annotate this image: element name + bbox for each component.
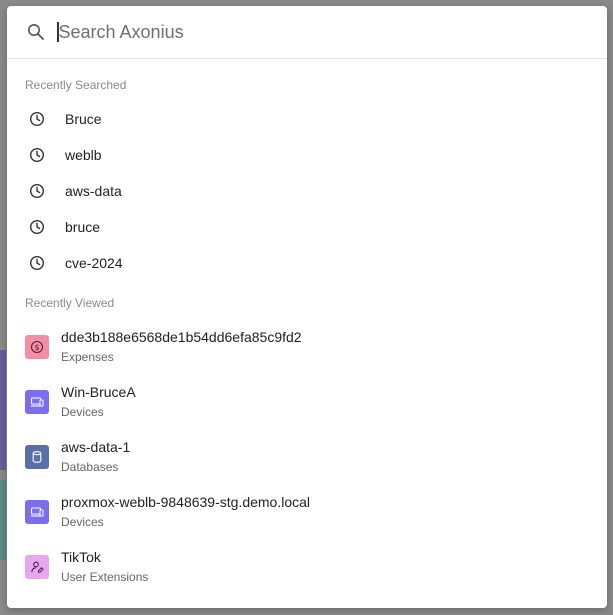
svg-text:$: $	[34, 343, 39, 352]
recent-viewed-item[interactable]: $ dde3b188e6568de1b54dd6efa85c9fd2 Expen…	[7, 319, 607, 374]
recently-searched-title: Recently Searched	[25, 78, 127, 92]
viewed-item-name: Win-BruceA	[61, 383, 136, 400]
viewed-item-category: Devices	[61, 404, 104, 419]
recent-search-item[interactable]: Bruce	[7, 101, 607, 137]
recently-viewed-title: Recently Viewed	[25, 296, 115, 310]
viewed-item-name: proxmox-weblb-9848639-stg.demo.local	[61, 493, 311, 510]
viewed-item-category: User Extensions	[61, 569, 149, 584]
recent-search-label: Bruce	[65, 111, 102, 127]
background-strip	[0, 480, 6, 560]
recent-search-label: cve-2024	[65, 255, 123, 271]
viewed-item-name: TikTok	[61, 548, 101, 565]
recent-viewed-item[interactable]: aws-data-1 Databases	[7, 429, 607, 484]
recent-search-item[interactable]: cve-2024	[7, 245, 607, 281]
recent-search-label: aws-data	[65, 183, 122, 199]
clock-icon	[29, 255, 45, 271]
database-icon	[25, 444, 49, 469]
user-extension-icon	[25, 554, 49, 579]
recent-viewed-item[interactable]: proxmox-weblb-9848639-stg.demo.local Dev…	[7, 484, 607, 539]
background-strip	[0, 350, 6, 470]
clock-icon	[29, 111, 45, 127]
recent-search-label: weblb	[65, 147, 102, 163]
search-input[interactable]	[58, 21, 559, 43]
search-icon	[27, 23, 45, 41]
dollar-icon: $	[25, 334, 49, 359]
devices-icon	[25, 499, 49, 524]
clock-icon	[29, 183, 45, 199]
recent-viewed-item[interactable]: TikTok User Extensions	[7, 539, 607, 594]
devices-icon	[25, 389, 49, 414]
recent-viewed-item[interactable]: Win-BruceA Devices	[7, 374, 607, 429]
search-dialog: Recently Searched Bruce weblb aws-data b…	[7, 6, 607, 608]
viewed-item-category: Devices	[61, 514, 104, 529]
viewed-item-category: Databases	[61, 459, 119, 474]
recent-search-item[interactable]: weblb	[7, 137, 607, 173]
recent-search-item[interactable]: aws-data	[7, 173, 607, 209]
viewed-item-name: aws-data-1	[61, 438, 131, 455]
viewed-item-category: Expenses	[61, 349, 114, 364]
clock-icon	[29, 219, 45, 235]
viewed-item-name: dde3b188e6568de1b54dd6efa85c9fd2	[61, 328, 302, 345]
recent-search-item[interactable]: bruce	[7, 209, 607, 245]
search-bar	[7, 6, 607, 59]
clock-icon	[29, 147, 45, 163]
recent-search-label: bruce	[65, 219, 101, 235]
